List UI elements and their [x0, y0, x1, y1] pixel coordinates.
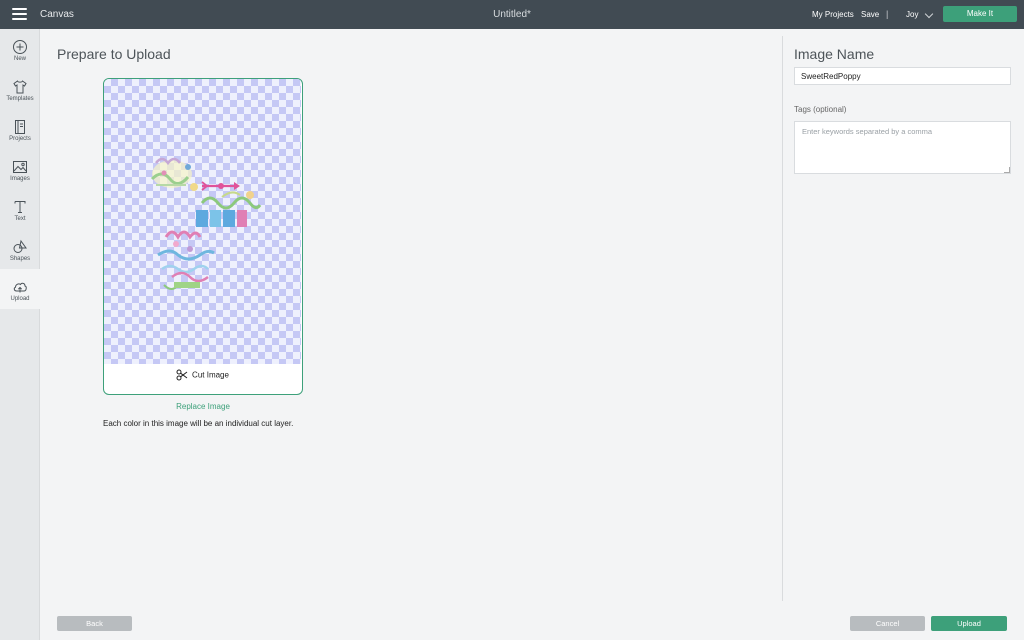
replace-image-link[interactable]: Replace Image	[103, 402, 303, 411]
cancel-button[interactable]: Cancel	[850, 616, 925, 631]
hamburger-menu-icon[interactable]	[12, 8, 27, 20]
image-name-input[interactable]	[794, 67, 1011, 85]
tags-input[interactable]	[794, 121, 1011, 174]
sidebar-item-label: Shapes	[9, 256, 31, 262]
sidebar-item-label: Text	[14, 216, 26, 222]
cut-image-row: Cut Image	[104, 369, 301, 389]
tshirt-icon	[13, 80, 27, 94]
sidebar-item-label: Projects	[9, 136, 31, 142]
cloud-upload-icon	[13, 282, 27, 293]
my-projects-link[interactable]: My Projects	[812, 10, 854, 19]
make-it-button[interactable]: Make It	[943, 6, 1017, 22]
user-menu[interactable]: Joy	[906, 10, 918, 19]
chevron-down-icon[interactable]	[924, 9, 934, 19]
tags-label: Tags (optional)	[794, 105, 847, 114]
sidebar-item-label: New	[13, 56, 26, 62]
sidebar-item-label: Templates	[6, 96, 34, 102]
top-bar: Canvas Untitled* My Projects Save | Joy …	[0, 0, 1024, 29]
left-sidebar: New Templates Projects Images Text Shape…	[0, 29, 40, 640]
sidebar-item-new[interactable]: New	[0, 29, 40, 69]
back-button[interactable]: Back	[57, 616, 132, 631]
shapes-icon	[13, 239, 27, 253]
uploaded-image-preview	[150, 157, 262, 290]
book-icon	[15, 120, 25, 134]
text-icon	[14, 201, 26, 213]
sidebar-item-projects[interactable]: Projects	[0, 109, 40, 149]
page-title: Prepare to Upload	[57, 46, 171, 62]
panel-divider	[782, 36, 783, 601]
sidebar-item-upload[interactable]: Upload	[0, 269, 40, 309]
plus-circle-icon	[13, 40, 27, 54]
sidebar-item-label: Upload	[10, 296, 30, 302]
sidebar-item-label: Images	[10, 176, 30, 182]
sidebar-item-shapes[interactable]: Shapes	[0, 229, 40, 269]
upload-preview-card: Cut Image	[103, 78, 303, 395]
image-name-heading: Image Name	[794, 46, 875, 62]
sidebar-item-templates[interactable]: Templates	[0, 69, 40, 109]
upload-button[interactable]: Upload	[931, 616, 1007, 631]
sidebar-item-text[interactable]: Text	[0, 189, 40, 229]
cut-image-label: Cut Image	[192, 370, 229, 380]
save-link[interactable]: Save	[861, 10, 879, 19]
app-name: Canvas	[40, 9, 74, 20]
header-separator: |	[886, 9, 889, 19]
sidebar-item-images[interactable]: Images	[0, 149, 40, 189]
cut-layer-note: Each color in this image will be an indi…	[103, 419, 294, 428]
scissors-icon	[176, 369, 188, 381]
image-icon	[13, 161, 27, 173]
